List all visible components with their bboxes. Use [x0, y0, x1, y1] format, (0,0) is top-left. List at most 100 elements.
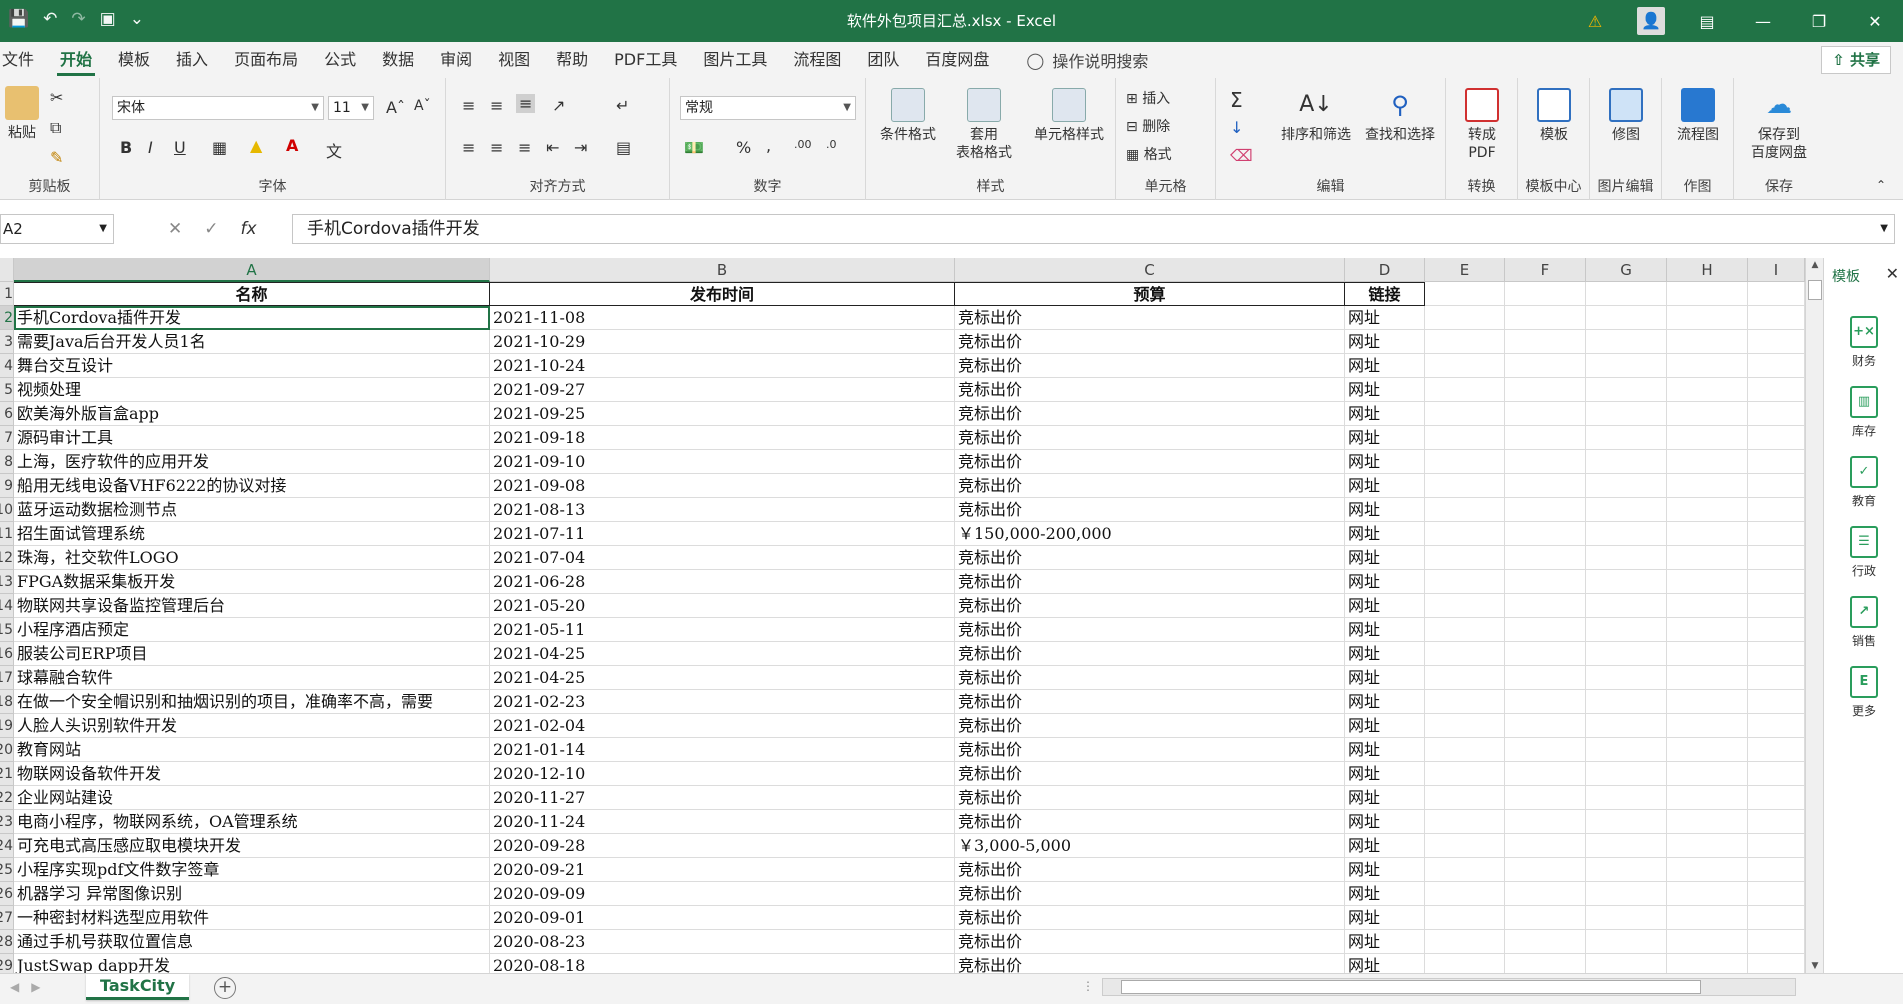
minimize-icon[interactable]: — — [1735, 12, 1791, 31]
empty-cell[interactable] — [1586, 618, 1667, 642]
column-header-b[interactable]: B — [490, 258, 955, 282]
empty-cell[interactable] — [1748, 306, 1805, 330]
row-header[interactable]: 4 — [0, 354, 14, 378]
font-size-select[interactable]: 11 ▼ — [328, 96, 374, 120]
autosum-icon[interactable]: Σ — [1230, 88, 1243, 112]
empty-cell[interactable] — [1505, 522, 1586, 546]
clear-icon[interactable]: ⌫ — [1230, 146, 1253, 165]
budget-cell[interactable]: 竞标出价 — [955, 570, 1345, 594]
empty-cell[interactable] — [1505, 546, 1586, 570]
collapse-ribbon-icon[interactable]: ⌃ — [1876, 178, 1886, 192]
empty-cell[interactable] — [1586, 858, 1667, 882]
date-cell[interactable]: 2021-10-24 — [490, 354, 955, 378]
empty-cell[interactable] — [1586, 954, 1667, 973]
formula-input[interactable]: 手机Cordova插件开发 ▼ — [292, 214, 1895, 244]
tab-10[interactable]: PDF工具 — [601, 42, 690, 78]
empty-cell[interactable] — [1667, 906, 1748, 930]
empty-cell[interactable] — [1748, 522, 1805, 546]
template-item-4[interactable]: ↗ 销售 — [1824, 596, 1903, 649]
empty-cell[interactable] — [1667, 714, 1748, 738]
date-cell[interactable]: 2021-05-20 — [490, 594, 955, 618]
empty-cell[interactable] — [1586, 810, 1667, 834]
sort-filter-button[interactable]: A↓ 排序和筛选 — [1276, 88, 1356, 144]
borders-icon[interactable]: ▦ — [212, 138, 227, 157]
link-cell[interactable]: 网址 — [1345, 474, 1425, 498]
template-item-5[interactable]: E 更多 — [1824, 666, 1903, 719]
name-cell[interactable]: 可充电式高压感应取电模块开发 — [14, 834, 490, 858]
empty-cell[interactable] — [1667, 810, 1748, 834]
empty-cell[interactable] — [1425, 282, 1505, 306]
tab-8[interactable]: 视图 — [485, 42, 543, 78]
date-cell[interactable]: 2020-08-23 — [490, 930, 955, 954]
link-cell[interactable]: 网址 — [1345, 426, 1425, 450]
header-cell[interactable]: 发布时间 — [490, 282, 955, 306]
empty-cell[interactable] — [1586, 834, 1667, 858]
empty-cell[interactable] — [1425, 714, 1505, 738]
select-all-corner[interactable] — [0, 258, 14, 282]
format-painter-icon[interactable]: ✎ — [50, 148, 63, 167]
empty-cell[interactable] — [1425, 954, 1505, 973]
link-cell[interactable]: 网址 — [1345, 810, 1425, 834]
date-cell[interactable]: 2021-04-25 — [490, 666, 955, 690]
column-header-g[interactable]: G — [1586, 258, 1667, 282]
empty-cell[interactable] — [1667, 762, 1748, 786]
empty-cell[interactable] — [1586, 786, 1667, 810]
empty-cell[interactable] — [1505, 378, 1586, 402]
name-cell[interactable]: 珠海，社交软件LOGO — [14, 546, 490, 570]
empty-cell[interactable] — [1505, 762, 1586, 786]
align-top-icon[interactable]: ≡ — [462, 96, 475, 115]
hscroll-thumb[interactable] — [1121, 980, 1701, 994]
template-item-2[interactable]: ✓ 教育 — [1824, 456, 1903, 509]
date-cell[interactable]: 2021-06-28 — [490, 570, 955, 594]
empty-cell[interactable] — [1586, 354, 1667, 378]
fill-icon[interactable]: ↓ — [1230, 118, 1243, 137]
tab-3[interactable]: 插入 — [163, 42, 221, 78]
empty-cell[interactable] — [1505, 690, 1586, 714]
scroll-down-icon[interactable]: ▼ — [1808, 961, 1822, 971]
empty-cell[interactable] — [1425, 378, 1505, 402]
empty-cell[interactable] — [1505, 714, 1586, 738]
empty-cell[interactable] — [1425, 570, 1505, 594]
link-cell[interactable]: 网址 — [1345, 378, 1425, 402]
name-cell[interactable]: 教育网站 — [14, 738, 490, 762]
template-item-1[interactable]: ▥ 库存 — [1824, 386, 1903, 439]
name-cell[interactable]: 机器学习 异常图像识别 — [14, 882, 490, 906]
tab-0[interactable]: 文件 — [0, 42, 47, 78]
row-header[interactable]: 15 — [0, 618, 14, 642]
flowchart-button[interactable]: 流程图 — [1666, 88, 1730, 144]
empty-cell[interactable] — [1505, 330, 1586, 354]
row-header[interactable]: 16 — [0, 642, 14, 666]
row-header[interactable]: 1 — [0, 282, 14, 306]
empty-cell[interactable] — [1425, 498, 1505, 522]
empty-cell[interactable] — [1505, 642, 1586, 666]
empty-cell[interactable] — [1425, 690, 1505, 714]
empty-cell[interactable] — [1748, 282, 1805, 306]
budget-cell[interactable]: 竞标出价 — [955, 498, 1345, 522]
empty-cell[interactable] — [1425, 402, 1505, 426]
column-header-i[interactable]: I — [1748, 258, 1805, 282]
empty-cell[interactable] — [1667, 786, 1748, 810]
row-header[interactable]: 29 — [0, 954, 14, 973]
tab-7[interactable]: 审阅 — [427, 42, 485, 78]
empty-cell[interactable] — [1425, 738, 1505, 762]
empty-cell[interactable] — [1425, 474, 1505, 498]
empty-cell[interactable] — [1505, 306, 1586, 330]
empty-cell[interactable] — [1748, 882, 1805, 906]
empty-cell[interactable] — [1505, 450, 1586, 474]
font-color-icon[interactable]: A — [286, 136, 298, 155]
tab-9[interactable]: 帮助 — [543, 42, 601, 78]
empty-cell[interactable] — [1425, 522, 1505, 546]
empty-cell[interactable] — [1586, 474, 1667, 498]
row-header[interactable]: 6 — [0, 402, 14, 426]
empty-cell[interactable] — [1505, 474, 1586, 498]
empty-cell[interactable] — [1586, 690, 1667, 714]
date-cell[interactable]: 2020-11-27 — [490, 786, 955, 810]
empty-cell[interactable] — [1425, 546, 1505, 570]
column-header-c[interactable]: C — [955, 258, 1345, 282]
empty-cell[interactable] — [1667, 402, 1748, 426]
row-header[interactable]: 28 — [0, 930, 14, 954]
retouch-button[interactable]: 修图 — [1594, 88, 1658, 144]
empty-cell[interactable] — [1505, 594, 1586, 618]
warning-icon[interactable]: ⚠ — [1567, 12, 1623, 31]
empty-cell[interactable] — [1505, 810, 1586, 834]
